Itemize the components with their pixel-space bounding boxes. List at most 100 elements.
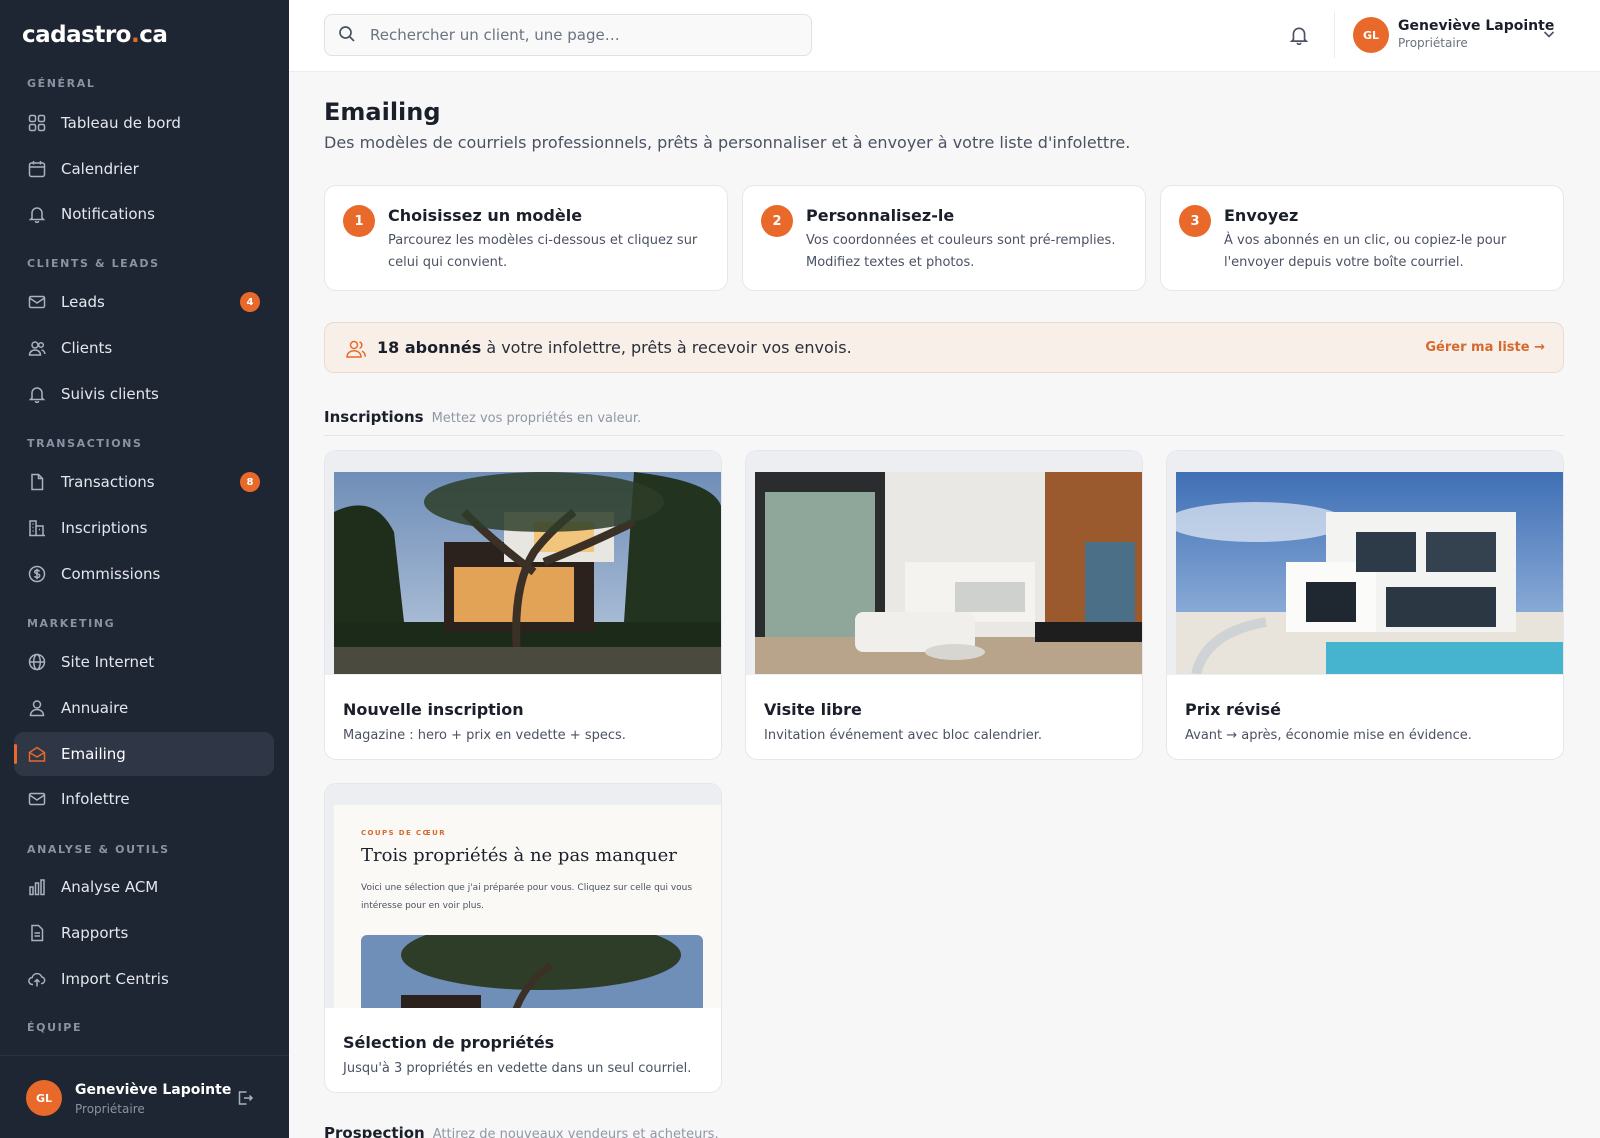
sidebar-item-label: Transactions xyxy=(61,473,155,491)
document-icon xyxy=(27,472,47,492)
sidebar-item-dashboard[interactable]: Tableau de bord xyxy=(14,101,274,145)
step-number: 2 xyxy=(761,205,793,237)
sidebar-item-label: Rapports xyxy=(61,924,129,942)
user-name[interactable]: Geneviève Lapointe xyxy=(1398,18,1554,34)
sidebar-item-label: Analyse ACM xyxy=(61,878,159,896)
page-title: Emailing xyxy=(324,98,441,126)
section-header-inscriptions: Inscriptions Mettez vos propriétés en val… xyxy=(324,407,1564,437)
sidebar-item-infolettre[interactable]: Infolettre xyxy=(14,777,274,821)
user-icon xyxy=(27,698,47,718)
nav-section-general: GÉNÉRAL xyxy=(27,77,96,90)
topbar: GL Geneviève Lapointe Propriétaire xyxy=(289,0,1600,72)
users-icon xyxy=(27,338,47,358)
template-title: Nouvelle inscription xyxy=(343,700,524,719)
template-title: Visite libre xyxy=(764,700,862,719)
sidebar-item-rapports[interactable]: Rapports xyxy=(14,911,274,955)
manage-list-link[interactable]: Gérer ma liste → xyxy=(1425,340,1545,355)
section-title: Prospection xyxy=(324,1124,425,1138)
sidebar-item-label: Inscriptions xyxy=(61,519,148,537)
mail-icon xyxy=(27,292,47,312)
step-card-3: 3 Envoyez À vos abonnés en un clic, ou c… xyxy=(1160,185,1564,291)
divider xyxy=(324,435,1564,436)
sidebar-item-commissions[interactable]: Commissions xyxy=(14,552,274,596)
step-number: 1 xyxy=(343,205,375,237)
template-preview xyxy=(746,451,1142,675)
email-preview: COUPS DE CŒUR Trois propriétés à ne pas … xyxy=(334,805,721,1008)
nav-section-analyse-outils: ANALYSE & OUTILS xyxy=(27,843,170,856)
template-description: Avant → après, économie mise en évidence… xyxy=(1185,728,1472,743)
step-number: 3 xyxy=(1179,205,1211,237)
sidebar-item-transactions[interactable]: Transactions 8 xyxy=(14,460,274,504)
dashboard-icon xyxy=(27,113,47,133)
search-icon xyxy=(338,25,358,45)
preview-eyebrow: COUPS DE CŒUR xyxy=(361,829,446,837)
step-description: Vos coordonnées et couleurs sont pré-rem… xyxy=(806,233,1116,270)
sidebar-item-clients[interactable]: Clients xyxy=(14,326,274,370)
house-photo xyxy=(361,935,703,1008)
subscribers-count: 18 abonnés xyxy=(377,338,482,357)
sidebar-item-label: Emailing xyxy=(61,745,126,763)
sidebar-item-notifications[interactable]: Notifications xyxy=(14,192,274,236)
section-subtitle: Mettez vos propriétés en valeur. xyxy=(431,411,642,426)
step-card-2: 2 Personnalisez-le Vos coordonnées et co… xyxy=(742,185,1146,291)
template-description: Jusqu'à 3 propriétés en vedette dans un … xyxy=(343,1061,692,1076)
sidebar-item-label: Tableau de bord xyxy=(61,114,181,132)
sidebar-item-label: Annuaire xyxy=(61,699,129,717)
sidebar-item-inscriptions[interactable]: Inscriptions xyxy=(14,506,274,550)
calendar-icon xyxy=(27,159,47,179)
sidebar-item-site-internet[interactable]: Site Internet xyxy=(14,640,274,684)
template-card-visite-libre[interactable]: Visite libre Invitation événement avec b… xyxy=(745,450,1143,760)
search-input[interactable] xyxy=(370,26,790,44)
dollar-icon xyxy=(27,564,47,584)
mail-icon xyxy=(27,789,47,809)
sidebar-item-analyse-acm[interactable]: Analyse ACM xyxy=(14,865,274,909)
sidebar-item-label: Notifications xyxy=(61,205,155,223)
page-subtitle: Des modèles de courriels professionnels,… xyxy=(324,133,1131,152)
sidebar-item-suivis-clients[interactable]: Suivis clients xyxy=(14,372,274,416)
template-description: Magazine : hero + prix en vedette + spec… xyxy=(343,728,626,743)
section-title: Inscriptions xyxy=(324,408,424,426)
sidebar-item-annuaire[interactable]: Annuaire xyxy=(14,686,274,730)
leads-count-badge: 4 xyxy=(240,292,260,312)
logout-icon[interactable] xyxy=(236,1089,256,1109)
step-description: À vos abonnés en un clic, ou copiez-le p… xyxy=(1224,233,1507,270)
sidebar-item-label: Calendrier xyxy=(61,160,139,178)
preview-body: Voici une sélection que j'ai préparée po… xyxy=(361,883,693,911)
bell-icon xyxy=(27,384,47,404)
nav-section-equipe: ÉQUIPE xyxy=(27,1021,83,1034)
mail-open-icon xyxy=(27,744,47,764)
avatar[interactable]: GL xyxy=(26,1080,62,1116)
subscribers-text: 18 abonnés à votre infolettre, prêts à r… xyxy=(377,338,852,357)
interior-photo xyxy=(755,472,1142,674)
user-role: Propriétaire xyxy=(1398,36,1468,50)
sidebar-item-leads[interactable]: Leads 4 xyxy=(14,280,274,324)
users-icon xyxy=(345,338,367,360)
bell-icon xyxy=(27,204,47,224)
chevron-down-icon[interactable] xyxy=(1541,26,1557,42)
template-card-nouvelle-inscription[interactable]: Nouvelle inscription Magazine : hero + p… xyxy=(324,450,722,760)
sidebar-item-label: Commissions xyxy=(61,565,161,583)
step-card-1: 1 Choisissez un modèle Parcourez les mod… xyxy=(324,185,728,291)
divider xyxy=(1334,12,1335,58)
avatar[interactable]: GL xyxy=(1353,17,1389,53)
cloud-upload-icon xyxy=(27,969,47,989)
search-bar[interactable] xyxy=(324,14,812,56)
sidebar-item-calendar[interactable]: Calendrier xyxy=(14,147,274,191)
sidebar-item-import-centris[interactable]: Import Centris xyxy=(14,957,274,1001)
template-title: Prix révisé xyxy=(1185,700,1282,719)
sidebar-item-label: Infolettre xyxy=(61,790,130,808)
template-card-prix-revise[interactable]: Prix révisé Avant → après, économie mise… xyxy=(1166,450,1564,760)
template-preview xyxy=(325,451,721,675)
step-title: Choisissez un modèle xyxy=(388,206,583,225)
nav-section-transactions: TRANSACTIONS xyxy=(27,437,143,450)
preview-title: Trois propriétés à ne pas manquer xyxy=(361,845,677,866)
template-card-selection-proprietes[interactable]: COUPS DE CŒUR Trois propriétés à ne pas … xyxy=(324,783,722,1093)
section-subtitle: Attirez de nouveaux vendeurs et acheteur… xyxy=(432,1127,719,1138)
sidebar-user-name: Geneviève Lapointe xyxy=(75,1082,232,1098)
sidebar-item-label: Site Internet xyxy=(61,653,155,671)
notification-bell-icon[interactable] xyxy=(1289,25,1311,47)
logo[interactable]: cadastro.ca xyxy=(22,22,168,48)
globe-icon xyxy=(27,652,47,672)
house-photo xyxy=(334,472,721,674)
sidebar-item-emailing[interactable]: Emailing xyxy=(14,732,274,776)
